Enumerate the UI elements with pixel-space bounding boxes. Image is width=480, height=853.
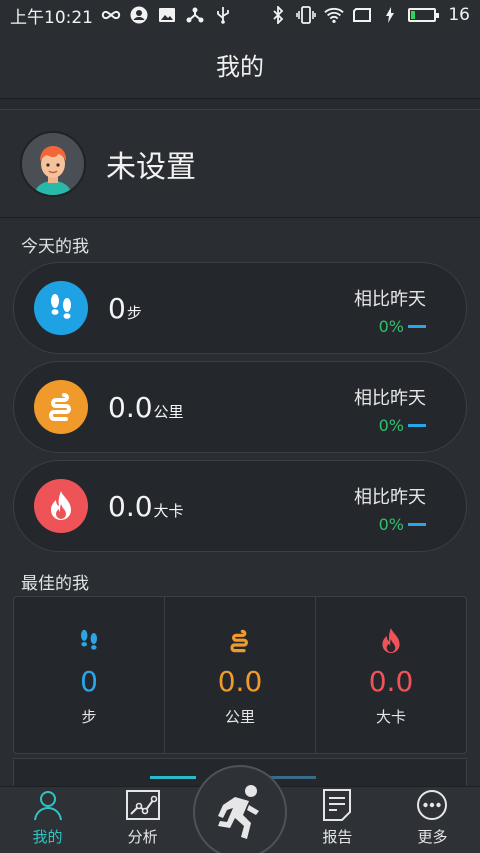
- vibrate-icon: [296, 5, 317, 25]
- today-steps-card[interactable]: 0步 相比昨天 0%: [13, 262, 467, 354]
- today-steps-value: 0步: [108, 291, 142, 325]
- more-icon: [415, 788, 449, 822]
- infinity-icon: [101, 5, 121, 25]
- nav-analysis-label: 分析: [127, 828, 158, 846]
- today-calories-value: 0.0 大卡: [108, 489, 184, 523]
- charging-icon: [380, 5, 400, 25]
- page-header: 我的: [0, 30, 480, 98]
- best-calories-value: 0.0: [368, 665, 414, 698]
- best-steps-label: 步: [81, 708, 97, 726]
- best-calories-label: 大卡: [375, 708, 406, 726]
- avatar[interactable]: [20, 130, 86, 197]
- nav-more[interactable]: 更多: [385, 787, 480, 853]
- best-calories[interactable]: 0.0 大卡: [315, 597, 466, 753]
- report-icon: [320, 788, 354, 822]
- best-panel: 0 步 0.0 公里 0.0 大卡: [13, 596, 467, 754]
- usb-icon: [213, 5, 233, 25]
- today-section-title: 今天的我: [21, 237, 89, 257]
- best-distance[interactable]: 0.0 公里: [164, 597, 315, 753]
- nav-center: [190, 765, 290, 853]
- share-icon: [185, 5, 205, 25]
- footprints-icon: [34, 281, 88, 335]
- today-calories-card[interactable]: 0.0 大卡 相比昨天 0%: [13, 460, 467, 552]
- person-icon: [31, 788, 65, 822]
- road-icon: [34, 380, 88, 434]
- nav-report[interactable]: 报告: [290, 787, 385, 853]
- best-distance-label: 公里: [224, 708, 255, 726]
- profile-name: 未设置: [106, 149, 196, 185]
- nav-more-label: 更多: [417, 828, 448, 846]
- page-indicator: [270, 776, 316, 779]
- page-title: 我的: [216, 52, 264, 81]
- flame-icon: [379, 627, 403, 659]
- nav-report-label: 报告: [322, 828, 353, 846]
- today-distance-value: 0.0 公里: [108, 390, 184, 424]
- today-distance-card[interactable]: 0.0 公里 相比昨天 0%: [13, 361, 467, 453]
- bottom-nav: 我的 分析 报告 更多: [0, 765, 480, 853]
- today-steps-compare: 相比昨天 0%: [354, 289, 426, 336]
- flat-trend-icon: [408, 424, 426, 427]
- account-icon: [129, 5, 149, 25]
- status-bar: 上午10:21 16: [0, 0, 480, 30]
- nav-me[interactable]: 我的: [0, 787, 95, 853]
- chart-icon: [125, 788, 160, 822]
- battery-icon: [408, 8, 440, 22]
- screen-icon: [352, 5, 372, 25]
- start-run-button[interactable]: [192, 765, 287, 853]
- flame-icon: [34, 479, 88, 533]
- bluetooth-icon: [268, 5, 288, 25]
- best-distance-value: 0.0: [217, 665, 263, 698]
- flat-trend-icon: [408, 523, 426, 526]
- footprints-icon: [77, 627, 101, 659]
- nav-me-label: 我的: [32, 828, 63, 846]
- profile-row[interactable]: 未设置: [0, 110, 480, 218]
- status-time: 上午10:21: [10, 7, 93, 28]
- today-distance-compare: 相比昨天 0%: [354, 388, 426, 435]
- best-steps[interactable]: 0 步: [14, 597, 164, 753]
- runner-icon: [217, 785, 259, 839]
- image-icon: [157, 5, 177, 25]
- nav-analysis[interactable]: 分析: [95, 787, 190, 853]
- wifi-icon: [324, 5, 345, 25]
- flat-trend-icon: [408, 325, 426, 328]
- best-steps-value: 0: [80, 665, 98, 698]
- best-section-title: 最佳的我: [21, 574, 89, 594]
- road-icon: [228, 627, 252, 659]
- battery-percent: 16: [448, 5, 470, 25]
- header-divider: [0, 98, 480, 110]
- page-indicator-active: [150, 776, 196, 779]
- today-calories-compare: 相比昨天 0%: [354, 487, 426, 534]
